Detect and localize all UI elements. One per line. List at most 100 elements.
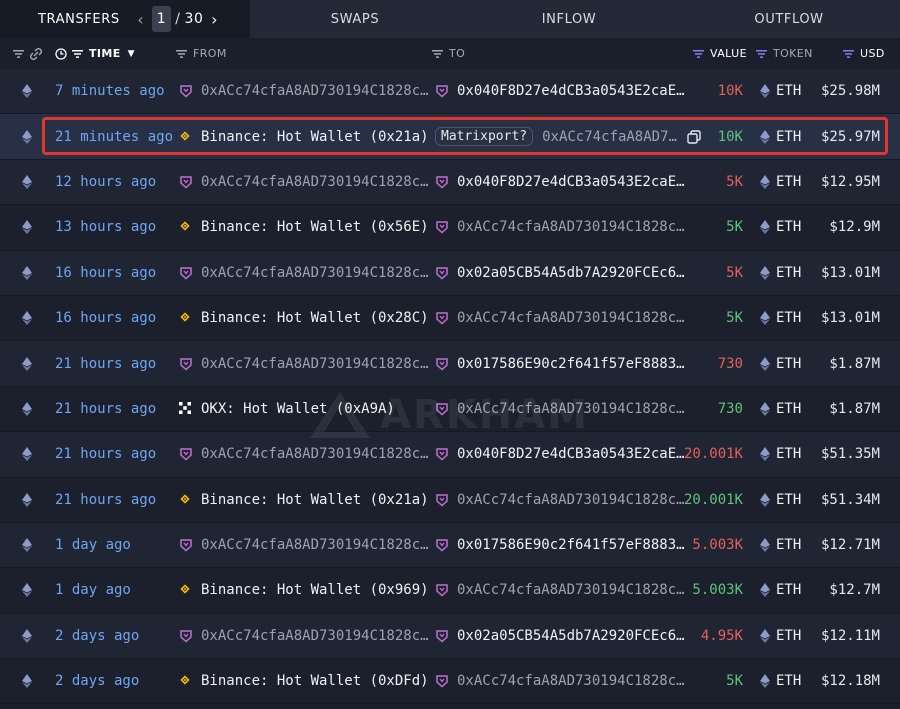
table-row[interactable]: 1 day ago Binance: Hot Wallet (0x969) 0xAC… (0, 568, 900, 614)
header-to[interactable]: TO (432, 38, 465, 69)
token-symbol[interactable]: ETH (776, 174, 801, 190)
table-row[interactable]: 21 hours ago 0xACc74cfaA8AD730194C1828c… 0… (0, 432, 900, 478)
table-row[interactable]: 16 hours ago Binance: Hot Wallet (0x28C) 0… (0, 295, 900, 342)
row-time[interactable]: 12 hours ago (55, 160, 156, 204)
token-symbol[interactable]: ETH (776, 446, 801, 462)
row-time[interactable]: 21 hours ago (55, 432, 156, 476)
token-symbol[interactable]: ETH (776, 673, 801, 689)
row-time[interactable]: 1 day ago (55, 568, 131, 612)
from-address[interactable]: Binance: Hot Wallet (0x21a) (201, 129, 429, 145)
from-address[interactable]: 0xACc74cfaA8AD730194C1828c… (201, 537, 429, 553)
header-time[interactable]: TIME ▼ (55, 38, 135, 69)
filter-icon[interactable] (432, 49, 443, 58)
table-row[interactable]: 13 hours ago Binance: Hot Wallet (0x56E) 0… (0, 205, 900, 251)
table-row[interactable]: 2 days ago Binance: Hot Wallet (0xDFd) 0xA… (0, 659, 900, 705)
from-address[interactable]: 0xACc74cfaA8AD730194C1828c… (201, 265, 429, 281)
token-symbol[interactable]: ETH (776, 83, 801, 99)
from-address[interactable]: 0xACc74cfaA8AD730194C1828c… (201, 174, 429, 190)
tab-inflow[interactable]: INFLOW (460, 0, 678, 38)
table-row[interactable]: 21 hours ago OKX: Hot Wallet (0xA9A) 0xACc… (0, 386, 900, 433)
row-time[interactable]: 21 minutes ago (55, 114, 173, 158)
filter-icon[interactable] (693, 49, 704, 58)
table-row[interactable]: 16 hours ago 0xACc74cfaA8AD730194C1828c… 0… (0, 250, 900, 296)
token-symbol[interactable]: ETH (776, 219, 801, 235)
table-row[interactable]: 1 day ago 0xACc74cfaA8AD730194C1828c… 0x01… (0, 522, 900, 569)
row-time[interactable]: 16 hours ago (55, 251, 156, 295)
from-address[interactable]: OKX: Hot Wallet (0xA9A) (201, 401, 395, 417)
filter-icon[interactable] (756, 49, 767, 58)
token-symbol[interactable]: ETH (776, 356, 801, 372)
contract-icon (435, 447, 449, 461)
tab-swaps[interactable]: SWAPS (250, 0, 460, 38)
from-address[interactable]: 0xACc74cfaA8AD730194C1828c… (201, 446, 429, 462)
table-row[interactable]: 12 hours ago 0xACc74cfaA8AD730194C1828c… 0… (0, 159, 900, 206)
header-value[interactable]: VALUE (693, 38, 747, 69)
token-cell: ETH (760, 523, 801, 567)
token-symbol[interactable]: ETH (776, 310, 801, 326)
table-row[interactable]: 2 days ago 0xACc74cfaA8AD730194C1828c… 0x0… (0, 613, 900, 660)
row-time[interactable]: 16 hours ago (55, 296, 156, 340)
to-address[interactable]: 0x040F8D27e4dCB3a0543E2caE… (457, 446, 685, 462)
token-symbol[interactable]: ETH (776, 401, 801, 417)
token-symbol[interactable]: ETH (776, 265, 801, 281)
from-address[interactable]: Binance: Hot Wallet (0x28C) (201, 310, 429, 326)
tab-outflow[interactable]: OUTFLOW (678, 0, 900, 38)
token-symbol[interactable]: ETH (776, 628, 801, 644)
from-address[interactable]: 0xACc74cfaA8AD730194C1828c… (201, 628, 429, 644)
table-row[interactable]: 7 minutes ago 0xACc74cfaA8AD730194C1828c…… (0, 69, 900, 115)
row-time[interactable]: 1 day ago (55, 523, 131, 567)
chevron-right-icon[interactable]: › (208, 10, 222, 29)
to-address[interactable]: 0xACc74cfaA8AD730194C1828c… (457, 673, 685, 689)
filter-icon[interactable] (843, 49, 854, 58)
token-symbol[interactable]: ETH (776, 129, 801, 145)
to-address[interactable]: 0x017586E90c2f641f57eF8883… (457, 537, 685, 553)
to-address[interactable]: 0x040F8D27e4dCB3a0543E2caE… (457, 174, 685, 190)
from-cell: 0xACc74cfaA8AD730194C1828c… (179, 160, 429, 204)
table-row[interactable]: 21 minutes ago Binance: Hot Wallet (0x21a… (0, 114, 900, 160)
page-current[interactable]: 1 (151, 6, 172, 32)
eth-icon (22, 251, 32, 295)
row-time[interactable]: 7 minutes ago (55, 69, 165, 113)
chevron-left-icon[interactable]: ‹ (134, 10, 148, 29)
from-address[interactable]: Binance: Hot Wallet (0xDFd) (201, 673, 429, 689)
copy-icon[interactable] (687, 129, 701, 144)
row-time[interactable]: 2 days ago (55, 659, 139, 703)
row-time[interactable]: 13 hours ago (55, 205, 156, 249)
to-address[interactable]: 0x017586E90c2f641f57eF8883… (457, 356, 685, 372)
header-token[interactable]: TOKEN (756, 38, 813, 69)
to-address[interactable]: 0xACc74cfaA8AD730194C1828c… (457, 219, 685, 235)
from-address[interactable]: Binance: Hot Wallet (0x21a) (201, 492, 429, 508)
contract-icon (435, 538, 449, 552)
to-address[interactable]: 0x02a05CB54A5db7A2920FCEc6… (457, 628, 685, 644)
to-address[interactable]: 0xACc74cfaA8AD730194C1828c… (457, 401, 685, 417)
table-row[interactable]: 21 hours ago Binance: Hot Wallet (0x21a) 0… (0, 477, 900, 523)
filter-icon[interactable] (72, 49, 83, 58)
eth-icon (22, 432, 32, 476)
from-address[interactable]: Binance: Hot Wallet (0x56E) (201, 219, 429, 235)
to-address[interactable]: 0xACc74cfaA8AD7… (542, 129, 677, 145)
to-address[interactable]: 0x02a05CB54A5db7A2920FCEc6… (457, 265, 685, 281)
to-address[interactable]: 0xACc74cfaA8AD730194C1828c… (457, 310, 685, 326)
header-usd[interactable]: USD (843, 38, 885, 69)
from-address[interactable]: 0xACc74cfaA8AD730194C1828c… (201, 356, 429, 372)
from-address[interactable]: 0xACc74cfaA8AD730194C1828c… (201, 83, 429, 99)
link-icon[interactable] (29, 47, 43, 60)
from-address[interactable]: Binance: Hot Wallet (0x969) (201, 582, 429, 598)
to-address[interactable]: 0x040F8D27e4dCB3a0543E2caE… (457, 83, 685, 99)
token-symbol[interactable]: ETH (776, 537, 801, 553)
token-symbol[interactable]: ETH (776, 582, 801, 598)
row-time[interactable]: 2 days ago (55, 614, 139, 658)
to-address[interactable]: 0xACc74cfaA8AD730194C1828c… (457, 582, 685, 598)
to-cell: 0x017586E90c2f641f57eF8883… (435, 341, 685, 385)
row-time[interactable]: 21 hours ago (55, 387, 156, 431)
entity-tag[interactable]: Matrixport? (435, 127, 534, 147)
filter-icon[interactable] (176, 49, 187, 58)
row-time[interactable]: 21 hours ago (55, 341, 156, 385)
to-address[interactable]: 0xACc74cfaA8AD730194C1828c… (457, 492, 685, 508)
filter-icon[interactable] (13, 49, 24, 58)
row-time[interactable]: 21 hours ago (55, 478, 156, 522)
tab-transfers[interactable]: TRANSFERS ‹ 1 / 30 › (0, 0, 250, 38)
header-from[interactable]: FROM (176, 38, 227, 69)
token-symbol[interactable]: ETH (776, 492, 801, 508)
table-row[interactable]: 21 hours ago 0xACc74cfaA8AD730194C1828c… 0… (0, 341, 900, 387)
